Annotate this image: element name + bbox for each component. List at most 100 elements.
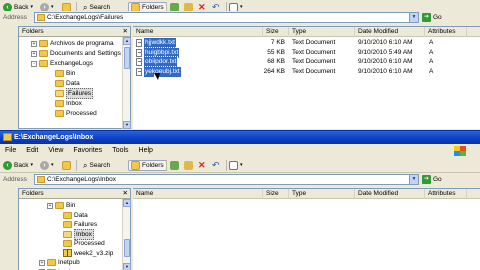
- tree-item-label: Inbox: [74, 228, 94, 240]
- address-dropdown-button[interactable]: ▼: [409, 175, 418, 184]
- folder-icon: [55, 80, 64, 87]
- scroll-down-button[interactable]: ▼: [123, 263, 131, 270]
- tree-item-label: Archivos de programa: [50, 40, 114, 47]
- expand-icon[interactable]: +: [47, 202, 53, 209]
- file-attributes: A: [429, 39, 434, 46]
- folder-icon: [39, 60, 48, 67]
- file-date-modified: 9/10/2010 6:10 AM: [358, 39, 413, 46]
- back-button[interactable]: ‹ Back ▾: [3, 160, 33, 171]
- menu-view[interactable]: View: [43, 145, 68, 157]
- menu-help[interactable]: Help: [134, 145, 158, 157]
- address-input[interactable]: C:\ExchangeLogs\Failures ▼: [34, 12, 419, 23]
- column-attributes[interactable]: Attributes: [425, 189, 467, 199]
- file-list-header: Name Size Type Date Modified Attributes: [133, 27, 480, 37]
- folder-icon: [39, 40, 48, 47]
- expand-icon[interactable]: +: [39, 259, 45, 266]
- folder-icon: [47, 259, 56, 266]
- tree-item-label: Failures: [66, 88, 94, 99]
- file-row[interactable]: obiipdor.txt 68 KB Text Document 9/10/2010 …: [133, 56, 480, 68]
- folder-icon: [39, 50, 48, 57]
- scroll-thumb[interactable]: [124, 47, 130, 69]
- column-size[interactable]: Size: [263, 189, 289, 199]
- tree-item[interactable]: week2_v3.zip: [55, 249, 113, 258]
- views-button[interactable]: ▾: [229, 160, 243, 171]
- tree-item[interactable]: - ExchangeLogs: [31, 59, 93, 68]
- folders-pane-title: Folders: [22, 190, 44, 197]
- column-type[interactable]: Type: [289, 27, 355, 37]
- tree-item[interactable]: Inbox: [47, 99, 82, 108]
- column-name[interactable]: Name: [133, 189, 263, 199]
- column-type[interactable]: Type: [289, 189, 355, 199]
- expand-icon[interactable]: +: [31, 40, 37, 47]
- delete-button[interactable]: ✕: [198, 160, 206, 171]
- bottom-explorer-window: E:\ExchangeLogs\Inbox File Edit View Favori…: [0, 130, 480, 270]
- move-to-icon: [170, 161, 179, 170]
- tree-item[interactable]: Failures: [47, 88, 94, 99]
- file-type: Text Document: [292, 39, 336, 46]
- tree-item[interactable]: Data: [55, 211, 88, 220]
- column-attributes[interactable]: Attributes: [425, 27, 467, 37]
- file-attributes: A: [429, 58, 434, 65]
- folders-pane-header: Folders ✕: [19, 189, 130, 199]
- folder-icon: [37, 176, 45, 183]
- tree-item[interactable]: Processed: [55, 239, 105, 248]
- column-date-modified[interactable]: Date Modified: [355, 189, 425, 199]
- address-dropdown-button[interactable]: ▼: [409, 13, 418, 22]
- tree-item[interactable]: Data: [47, 79, 80, 88]
- folders-scrollbar[interactable]: ▲ ▼: [122, 199, 131, 270]
- column-size[interactable]: Size: [263, 27, 289, 37]
- go-button[interactable]: ➔ Go: [422, 174, 442, 185]
- undo-button[interactable]: ↶: [212, 160, 220, 171]
- menu-edit[interactable]: Edit: [21, 145, 43, 157]
- tree-item-label: Processed: [74, 240, 105, 247]
- folder-icon: [55, 70, 64, 77]
- menu-file[interactable]: File: [0, 145, 21, 157]
- back-arrow-icon: ‹: [3, 161, 12, 170]
- column-name[interactable]: Name: [133, 27, 263, 37]
- chevron-down-icon: ▾: [240, 162, 243, 168]
- collapse-icon[interactable]: -: [31, 60, 37, 67]
- expand-icon[interactable]: +: [31, 50, 37, 57]
- scroll-up-button[interactable]: ▲: [123, 37, 131, 45]
- tree-item[interactable]: Inbox: [55, 228, 94, 240]
- close-icon[interactable]: ✕: [123, 27, 128, 37]
- close-icon[interactable]: ✕: [123, 189, 128, 199]
- bottom-menu-bar: File Edit View Favorites Tools Help: [0, 145, 480, 157]
- file-row[interactable]: huigbbpi.txt 55 KB Text Document 9/10/2010 …: [133, 46, 480, 59]
- move-to-button[interactable]: [170, 160, 179, 171]
- tree-item-label: Data: [66, 80, 80, 87]
- tree-item[interactable]: Bin: [47, 69, 75, 78]
- file-row[interactable]: hjjwdkk.txt 7 KB Text Document 9/10/2010 6:…: [133, 37, 480, 49]
- top-address-bar: Address C:\ExchangeLogs\Failures ▼ ➔ Go: [0, 11, 480, 24]
- tree-item[interactable]: + Documents and Settings: [31, 49, 121, 58]
- back-label: Back: [14, 162, 29, 169]
- file-row[interactable]: yekgeubj.txt 264 KB Text Document 9/10/2010…: [133, 65, 480, 78]
- tree-item[interactable]: Processed: [47, 109, 97, 118]
- scroll-up-button[interactable]: ▲: [123, 199, 131, 207]
- text-document-icon: [136, 48, 142, 57]
- top-file-list[interactable]: Name Size Type Date Modified Attributes …: [133, 26, 480, 129]
- file-type: Text Document: [292, 58, 336, 65]
- menu-favorites[interactable]: Favorites: [68, 145, 107, 157]
- tree-item[interactable]: + Inetpub: [39, 258, 80, 267]
- go-button[interactable]: ➔ Go: [422, 12, 442, 23]
- scroll-down-button[interactable]: ▼: [123, 121, 131, 129]
- folders-scrollbar[interactable]: ▲ ▼: [122, 37, 131, 129]
- folder-up-icon: [62, 161, 71, 170]
- search-button[interactable]: ⌕ Search: [80, 160, 113, 171]
- tree-item[interactable]: + Archivos de programa: [31, 39, 114, 48]
- copy-to-button[interactable]: [184, 160, 193, 171]
- file-name-label: huigbbpi.txt: [142, 46, 181, 59]
- forward-button[interactable]: › ▾: [40, 160, 54, 171]
- scroll-thumb[interactable]: [124, 239, 130, 257]
- tree-item[interactable]: + Bin: [47, 201, 75, 210]
- menu-tools[interactable]: Tools: [107, 145, 133, 157]
- bottom-file-list[interactable]: Name Size Type Date Modified Attributes: [133, 188, 480, 270]
- zip-file-icon: [63, 249, 72, 257]
- undo-icon: ↶: [212, 160, 220, 170]
- folder-icon: [63, 230, 72, 238]
- folders-button[interactable]: Folders: [128, 160, 167, 171]
- up-button[interactable]: [62, 160, 71, 171]
- address-input[interactable]: C:\ExchangeLogs\Inbox ▼: [34, 174, 419, 185]
- column-date-modified[interactable]: Date Modified: [355, 27, 425, 37]
